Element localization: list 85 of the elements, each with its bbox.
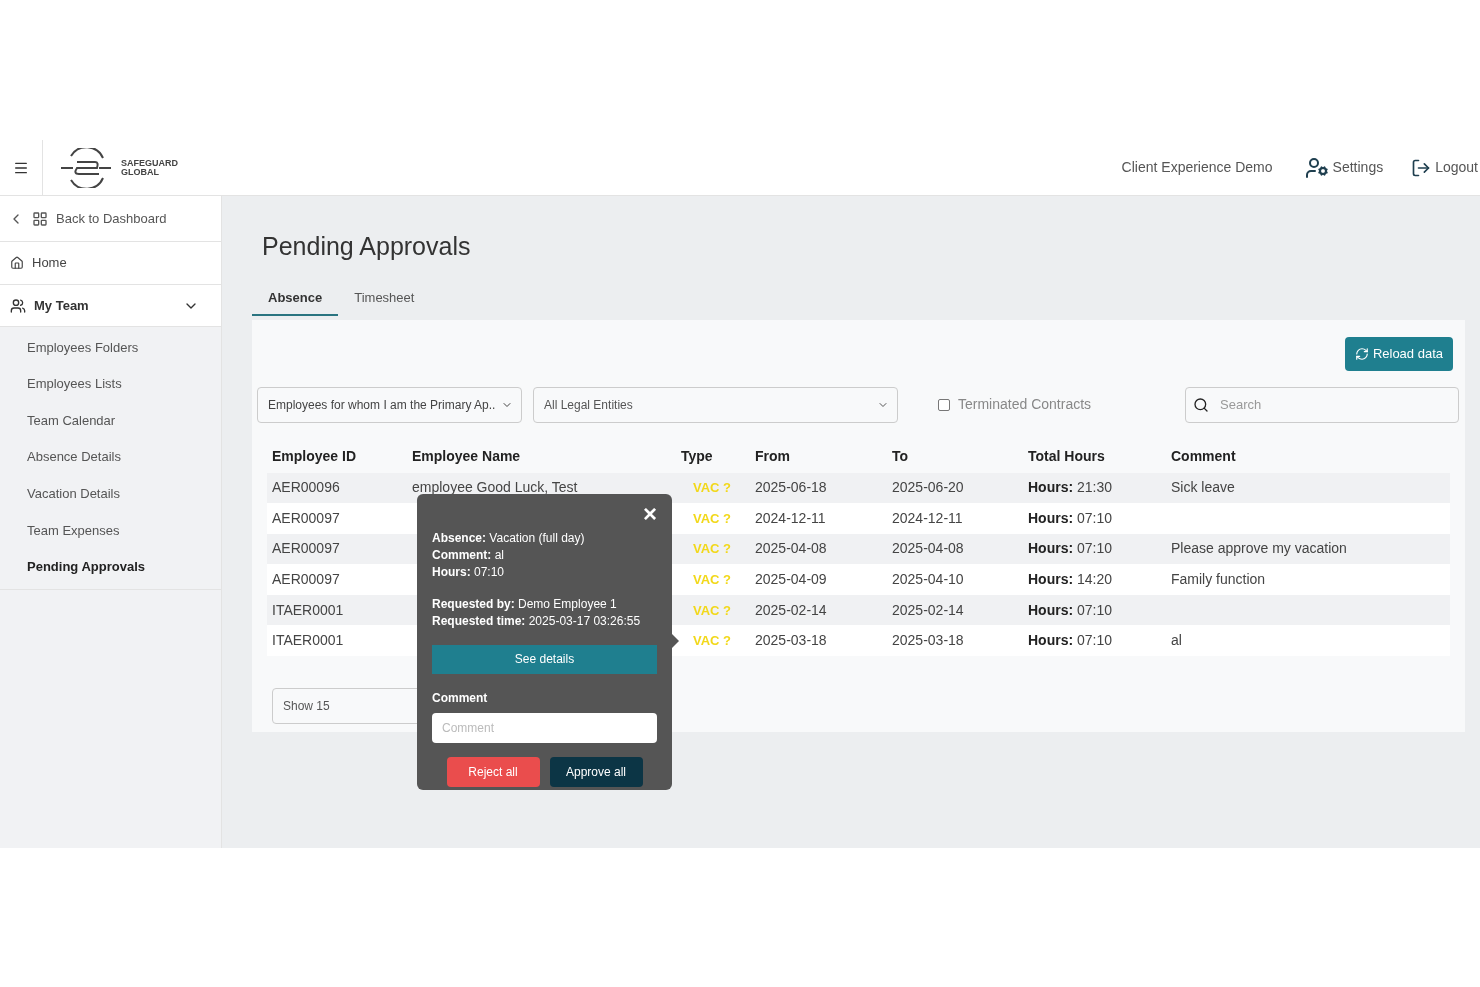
table-cell: Hours: 07:10 [1028,540,1113,557]
approver-select[interactable]: Employees for whom I am the Primary Ap.. [257,386,522,423]
sidebar-item[interactable]: Team Calendar [0,402,221,439]
popover-text: Absence: Vacation (full day) [432,529,586,547]
table-cell: Hours: 07:10 [1028,509,1113,526]
table-cell-text: AER00096 [271,478,341,498]
table-cell: Hours: 21:30 [1028,479,1113,496]
table-cell-text: 2025-03-18 [754,631,828,651]
table-cell-text: 2024-12-11 [891,508,964,528]
table-cell: al [1171,632,1182,649]
table-cell-text: AER00097 [271,508,341,528]
checkbox[interactable] [938,398,950,411]
type-label: VAC ? [693,510,732,526]
sidebar-item[interactable]: Pending Approvals [0,548,221,586]
table-cell: Hours: 07:10 [1028,632,1113,649]
popover-text: Comment: al [432,546,506,564]
sidebar-item[interactable]: Employees Lists [0,365,221,403]
logout-icon [1411,157,1432,178]
popover-text: Requested time: 2025-03-17 03:26:55 [432,612,642,630]
close-button[interactable]: × [643,503,657,524]
table-cell: Please approve my vacation [1171,540,1347,557]
client-name: Client Experience Demo [1121,158,1273,177]
table-cell-text: 2025-04-09 [754,570,828,590]
table-cell: employee Good Luck, Test [412,479,578,496]
sidebar-item[interactable]: Home [0,242,221,285]
table-cell: Sick leave [1171,479,1235,496]
table-cell: Hours: 07:10 [1028,601,1113,618]
approve-button[interactable]: Approve all [549,756,643,787]
logo-icon [59,147,113,188]
type-label: VAC ? [693,633,732,649]
back-link[interactable]: Back to Dashboard [0,196,221,242]
sidebar-item[interactable]: Employees Folders [0,329,221,366]
page-title: Pending Approvals [262,231,472,262]
table-cell-text: 2024-12-11 [754,508,827,528]
table-cell: Hours: 14:20 [1028,571,1113,588]
search-icon [1193,396,1209,413]
grid-icon [32,210,48,227]
type-label: VAC ? [693,480,732,496]
table-cell-text: 2025-04-10 [891,570,965,590]
column-header: Employee ID [271,447,358,466]
logout-link[interactable]: Logout [1411,157,1478,178]
table-cell: Family function [1171,571,1266,588]
logo-text: SAFEGUARD [121,158,178,168]
column-header: Type [680,447,714,466]
reload-button[interactable]: Reload data [1344,336,1453,371]
table-cell-text: ITAER0001 [271,600,345,620]
column-header: To [891,447,910,466]
search-field[interactable]: Search [1185,386,1459,423]
table-cell-text: 2025-02-14 [754,600,828,620]
table-cell-text: AER00097 [271,570,341,590]
refresh-icon [1354,346,1369,361]
sidebar-item[interactable]: Absence Details [0,438,221,476]
column-header: Total Hours [1027,447,1106,466]
tab[interactable]: Timesheet [338,282,431,316]
sidebar-section[interactable]: My Team [0,285,221,327]
see-details-button[interactable]: See details [432,644,657,674]
table-cell-text: 2025-06-18 [754,478,828,498]
settings-link[interactable]: Settings [1304,155,1384,180]
sidebar-item[interactable]: Vacation Details [0,475,221,512]
tab[interactable]: Absence [252,282,339,316]
table-cell-text: 2025-04-08 [754,539,828,559]
table-cell-text: 2025-03-18 [891,631,965,651]
popover-text: Hours: 07:10 [432,563,506,581]
reject-button[interactable]: Reject all [446,756,540,787]
checkbox-label: Terminated Contracts [958,395,1092,414]
table-cell-text: ITAER0001 [271,631,345,651]
table-cell-text: AER00097 [271,539,341,559]
type-label: VAC ? [693,602,732,618]
sidebar-item[interactable]: Team Expenses [0,511,221,549]
entity-select[interactable]: All Legal Entities [533,386,898,423]
table-cell-text: 2025-04-08 [891,539,965,559]
popover-text: Requested by: Demo Employee 1 [432,595,618,613]
logo-text: GLOBAL [121,167,160,177]
column-header: From [754,447,791,466]
comment-label: Comment [432,689,489,707]
user-gear-icon [1304,155,1329,180]
type-label: VAC ? [693,572,732,588]
comment-field[interactable]: Comment [432,712,657,743]
column-header: Comment [1170,447,1237,466]
home-icon [10,256,24,270]
users-icon [10,297,26,314]
type-label: VAC ? [693,541,732,557]
table-cell-text: 2025-02-14 [891,600,965,620]
table-cell-text: 2025-06-20 [891,478,965,498]
column-header: Employee Name [411,447,522,466]
